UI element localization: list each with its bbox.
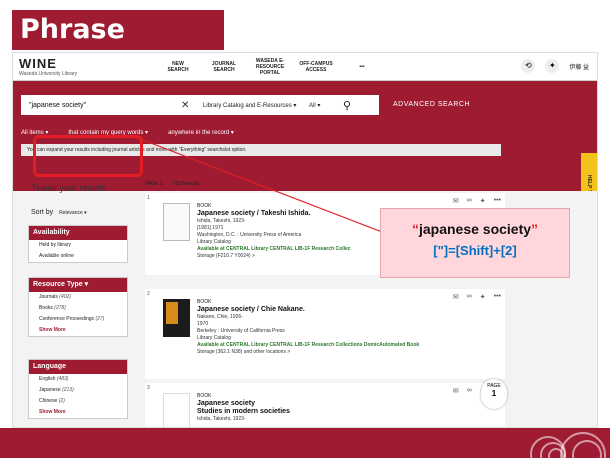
facet-option[interactable]: Chinese (2) — [29, 396, 127, 407]
pin-icon[interactable]: ✦ — [545, 59, 560, 73]
save-query-button[interactable]: ✦ Save query — [209, 181, 240, 187]
query-highlight-box — [33, 135, 143, 177]
show-more-link[interactable]: Show More — [29, 325, 127, 336]
result-actions: ✉ ∞ ✦ ••• — [453, 293, 501, 301]
search-icon[interactable]: ⚲ — [343, 99, 351, 112]
search-bar: "japanese society" ✕ Library Catalog and… — [21, 95, 379, 115]
facet-option[interactable]: Books (278) — [29, 303, 127, 314]
nav-off-campus-access[interactable]: OFF-CAMPUS ACCESS — [299, 61, 333, 73]
book-cover[interactable] — [163, 393, 190, 427]
facet-option[interactable]: Held by library — [29, 240, 127, 251]
facet-title[interactable]: Resource Type ▾ — [29, 278, 127, 292]
tab-select[interactable]: All ▾ — [309, 102, 339, 109]
facet-title[interactable]: Language — [29, 360, 127, 374]
result-body: BOOK Japanese society Studies in modern … — [197, 393, 477, 423]
email-icon[interactable]: ✉ — [453, 387, 459, 395]
email-icon[interactable]: ✉ — [453, 197, 459, 205]
email-icon[interactable]: ✉ — [453, 293, 459, 301]
result-source: Library Catalog — [197, 335, 231, 341]
facet-option[interactable]: Journals (402) — [29, 292, 127, 303]
facet-language: Language English (483) Japanese (213) Ch… — [28, 359, 128, 419]
result-body: BOOK Japanese society / Chie Nakane. Nak… — [197, 299, 477, 356]
result-type: BOOK — [197, 393, 212, 399]
result-number: 1 — [147, 195, 150, 201]
result-actions: ✉ ∞ ✦ ••• — [453, 197, 501, 205]
result-title[interactable]: Japanese society — [197, 400, 477, 407]
nav-links: NEW SEARCH JOURNAL SEARCH WASEDA E-RESOU… — [161, 53, 391, 81]
result-year: 1970 — [197, 321, 209, 327]
link-icon[interactable]: ∞ — [467, 293, 472, 301]
tweak-heading: Tweak your results — [31, 183, 107, 193]
more-icon[interactable]: ••• — [494, 293, 501, 301]
nav-more[interactable]: ••• — [345, 64, 379, 70]
result-type: BOOK — [197, 299, 212, 305]
facet-option[interactable]: Available online — [29, 251, 127, 262]
filter-record-scope[interactable]: anywhere in the record ▾ — [168, 129, 234, 136]
logo-text: WINE — [19, 56, 57, 71]
sort-select[interactable]: Relevance ▾ — [59, 210, 87, 216]
history-icon[interactable]: ⟲ — [521, 59, 536, 73]
book-cover[interactable] — [163, 299, 190, 337]
result-count: 723 Results — [172, 181, 200, 187]
book-cover[interactable] — [163, 203, 190, 241]
scope-select[interactable]: Library Catalog and E-Resources ▾ — [203, 102, 303, 109]
facet-resource-type: Resource Type ▾ Journals (402) Books (27… — [28, 277, 128, 337]
logo-subtitle: Waseda University Library — [19, 71, 78, 77]
result-title[interactable]: Japanese society / Chie Nakane. — [197, 306, 477, 313]
show-more-link[interactable]: Show More — [29, 407, 127, 418]
result-number: 3 — [147, 385, 150, 391]
availability-link[interactable]: Available at CENTRAL Library CENTRAL LIB… — [197, 342, 477, 349]
page-indicator-number: 1 — [491, 389, 497, 398]
search-input[interactable]: "japanese society" — [21, 102, 181, 109]
user-name[interactable]: 伊藤 益 — [569, 62, 589, 71]
result-publisher: Berkeley : University of California Pres… — [197, 328, 285, 334]
result-number: 2 — [147, 291, 150, 297]
callout-close-quote: ” — [531, 221, 539, 237]
sort-control: Sort by Relevance ▾ — [31, 209, 87, 216]
facet-option[interactable]: English (483) — [29, 374, 127, 385]
advanced-search-link[interactable]: ADVANCED SEARCH — [393, 101, 470, 108]
slide-title: Phrase Search — [12, 10, 224, 85]
nav-e-resource-portal[interactable]: WASEDA E-RESOURCE PORTAL — [253, 58, 287, 76]
storage-location[interactable]: Storage (362.1 N38) and other locations … — [197, 349, 477, 356]
facet-option[interactable]: Conference Proceedings (27) — [29, 314, 127, 325]
sort-label: Sort by — [31, 209, 54, 216]
more-icon[interactable]: ••• — [494, 197, 501, 205]
nav-right: ⟲ ✦ 伊藤 益 — [521, 59, 589, 73]
result-card[interactable]: 2 BOOK Japanese society / Chie Nakane. N… — [145, 289, 505, 379]
facet-option[interactable]: Japanese (213) — [29, 385, 127, 396]
link-icon[interactable]: ∞ — [467, 387, 472, 395]
nav-new-search[interactable]: NEW SEARCH — [161, 61, 195, 73]
facet-title[interactable]: Availability — [29, 226, 127, 240]
result-author: Ishida, Takeshi, 1923- — [197, 416, 246, 422]
facet-availability: Availability Held by library Available o… — [28, 225, 128, 263]
callout-open-quote: “ — [411, 221, 419, 237]
callout-phrase: japanese society — [418, 221, 532, 237]
phrase-callout: “japanese society” ["]=[Shift]+[2] — [380, 208, 570, 278]
close-icon[interactable]: ✕ — [181, 100, 193, 111]
pin-icon[interactable]: ✦ — [480, 197, 486, 205]
nav-journal-search[interactable]: JOURNAL SEARCH — [207, 61, 241, 73]
pin-icon[interactable]: ✦ — [480, 293, 486, 301]
result-author: Nakane, Chie, 1926- — [197, 314, 243, 320]
result-card[interactable]: 3 BOOK Japanese society Studies in moder… — [145, 383, 505, 427]
page-indicator[interactable]: PAGE 1 — [481, 379, 507, 409]
callout-keys: ["]=[Shift]+[2] — [433, 243, 517, 258]
slide-footer — [0, 428, 610, 458]
logo[interactable]: WINE Waseda University Library — [19, 56, 77, 77]
page-label: PAGE 1 — [145, 181, 163, 187]
link-icon[interactable]: ∞ — [467, 197, 472, 205]
result-subtitle[interactable]: Studies in modern societies — [197, 408, 477, 415]
top-nav: WINE Waseda University Library NEW SEARC… — [13, 53, 597, 81]
results-bar: PAGE 1 723 Results ✦ Save query — [145, 181, 240, 187]
